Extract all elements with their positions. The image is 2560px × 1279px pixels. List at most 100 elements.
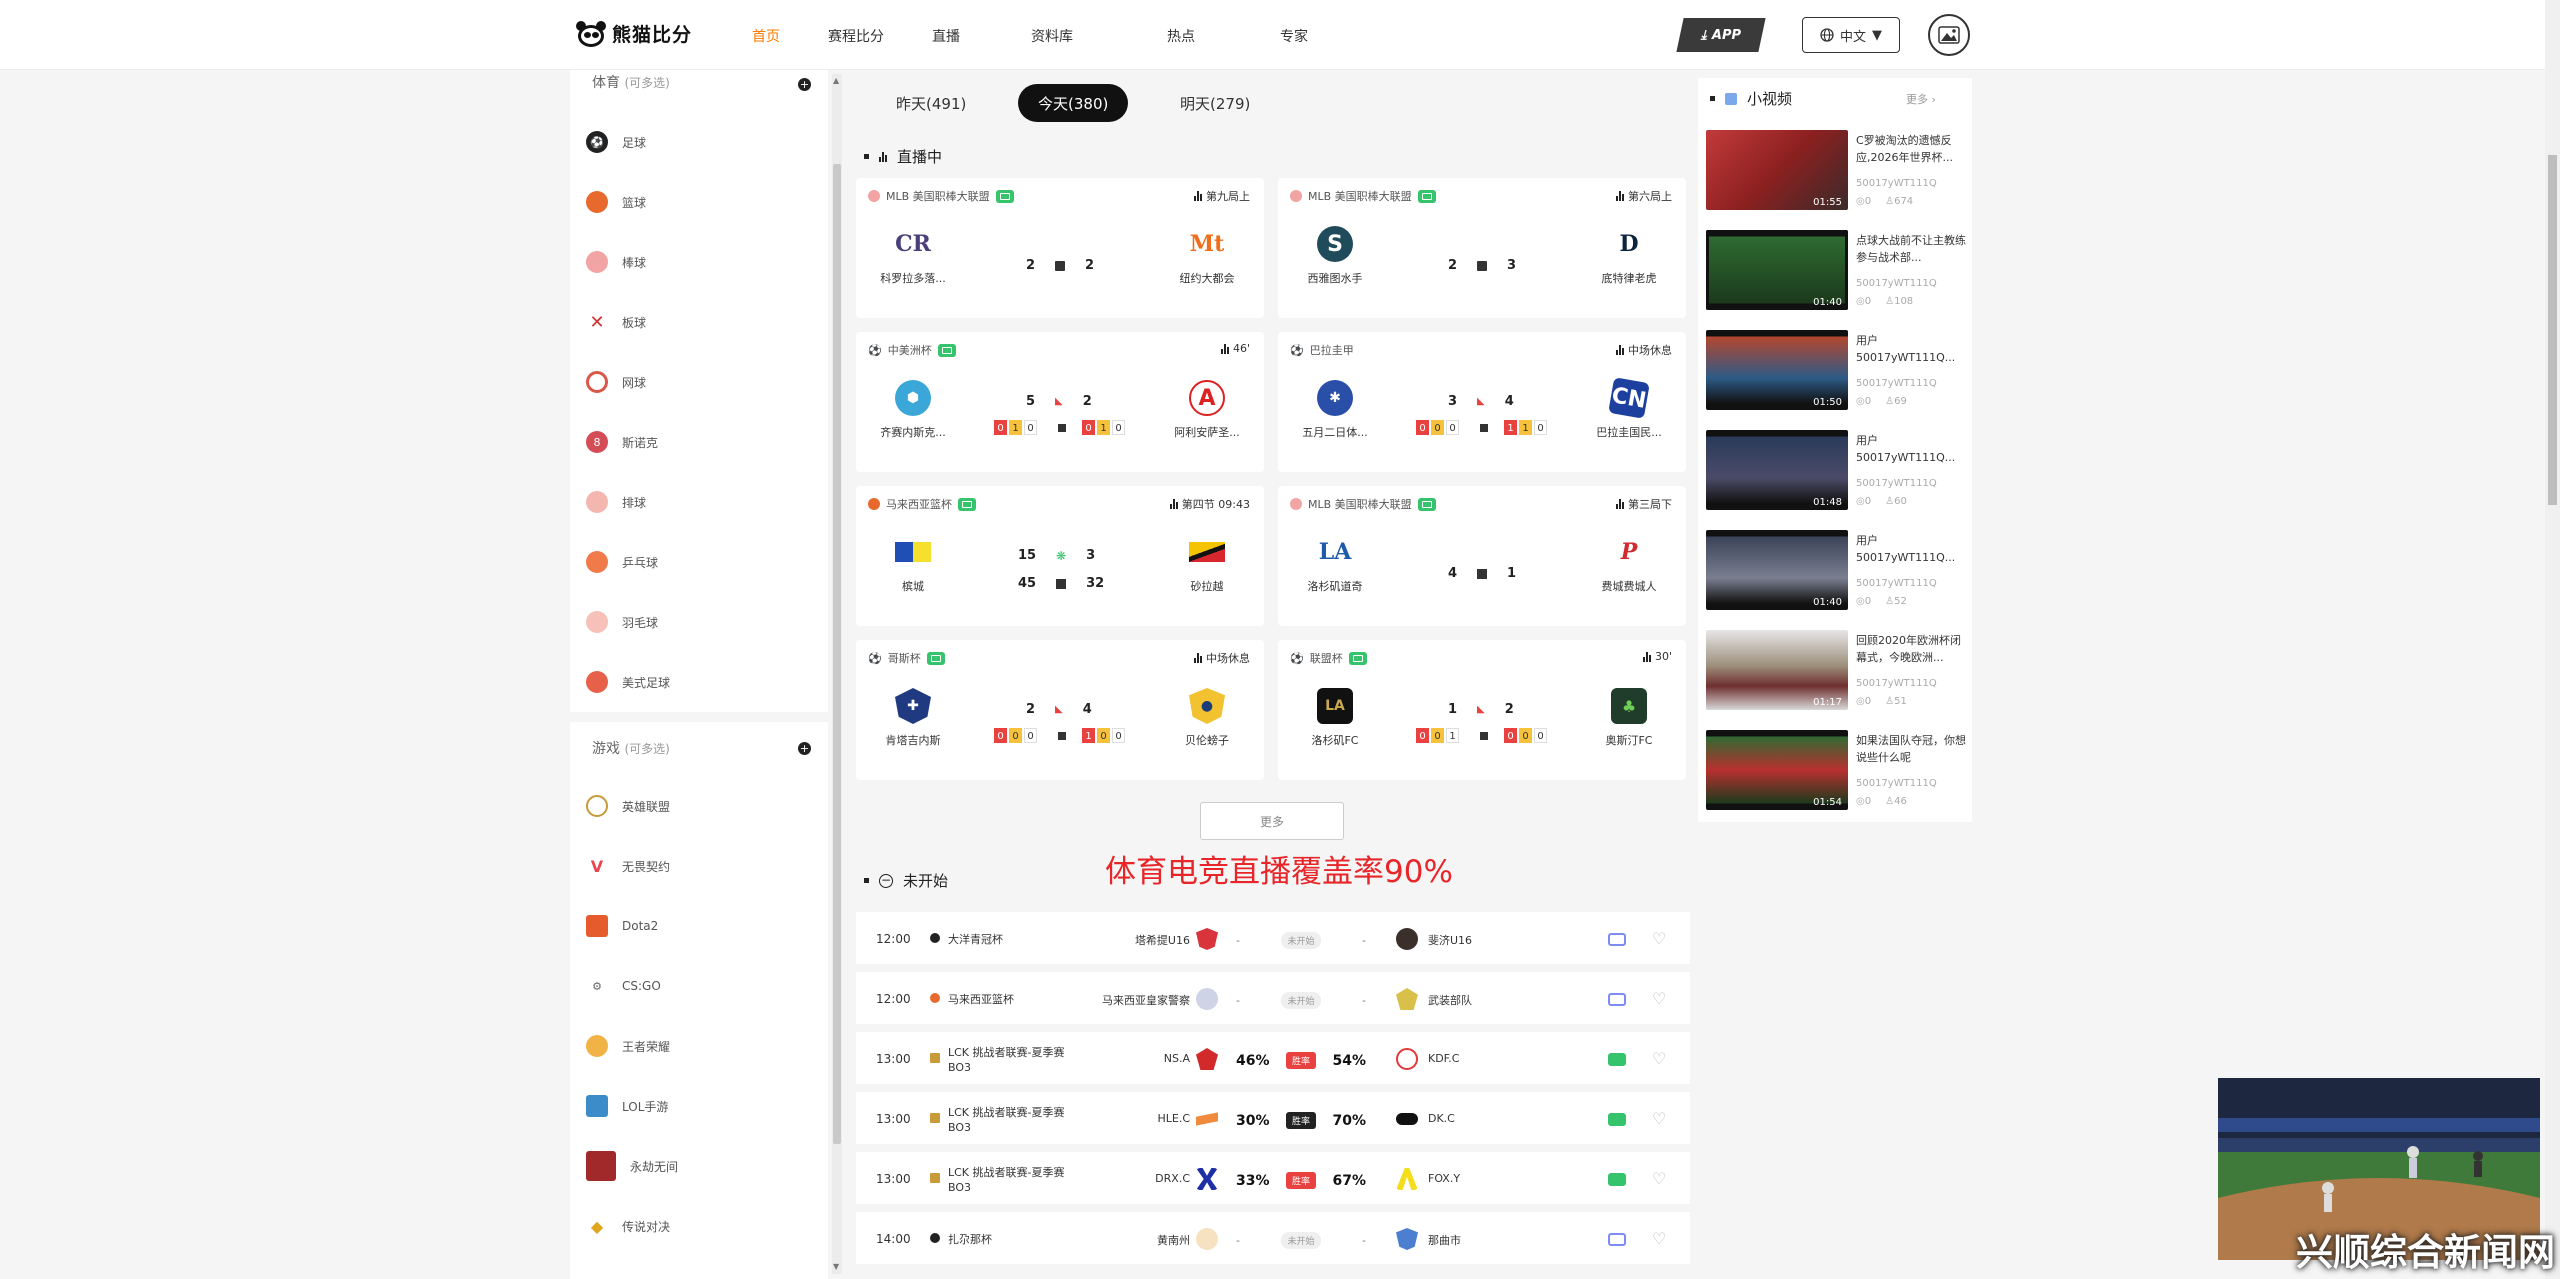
win-rate-badge: 胜率 bbox=[1285, 1052, 1316, 1069]
table-row[interactable]: 13:00 LCK 挑战者联赛-夏季赛 BO3 HLE.C 30% 胜率 70% D… bbox=[856, 1092, 1690, 1148]
language-select[interactable]: 中文 ▼ bbox=[1802, 17, 1900, 53]
sidebar-item-football[interactable]: ⚽ 足球 bbox=[586, 128, 806, 156]
tv-icon[interactable] bbox=[1608, 933, 1626, 946]
scroll-up-icon[interactable]: ▲ bbox=[833, 76, 839, 85]
baseball-icon bbox=[1290, 190, 1302, 202]
sidebar-item-label: Dota2 bbox=[622, 919, 659, 933]
league-name: MLB 美国职棒大联盟 bbox=[1308, 498, 1412, 511]
tab-tomorrow[interactable]: 明天(279) bbox=[1160, 84, 1270, 122]
favorite-heart-icon[interactable]: ♡ bbox=[1652, 929, 1666, 948]
tv-icon[interactable] bbox=[1608, 1113, 1626, 1126]
tv-icon[interactable] bbox=[1608, 1173, 1626, 1186]
sidebar-item-dota2[interactable]: Dota2 bbox=[586, 912, 806, 940]
table-row[interactable]: 13:00 LCK 挑战者联赛-夏季赛 BO3 NS.A 46% 胜率 54% KD… bbox=[856, 1032, 1690, 1088]
video-item[interactable]: 01:48 用户50017yWT111Q... 50017yWT111Q ◎0 ♙… bbox=[1706, 430, 1966, 524]
page-scrollbar[interactable] bbox=[2545, 0, 2560, 1279]
video-item[interactable]: 01:17 回顾2020年欧洲杯闭幕式，今晚欧洲... 50017yWT111Q… bbox=[1706, 630, 1966, 724]
nav-live[interactable]: 直播 bbox=[932, 26, 960, 46]
nav-schedule[interactable]: 赛程比分 bbox=[828, 26, 884, 46]
games-expand-icon[interactable]: + bbox=[798, 742, 811, 755]
sidebar-scrollbar[interactable]: ▲ ▼ bbox=[832, 74, 842, 1274]
tv-icon[interactable] bbox=[1608, 1053, 1626, 1066]
video-item[interactable]: 01:40 点球大战前不让主教练参与战术部... 50017yWT111Q ◎0… bbox=[1706, 230, 1966, 324]
corner-count: 0 bbox=[1024, 728, 1037, 743]
more-live-button[interactable]: 更多 bbox=[1200, 802, 1344, 840]
sidebar-item-aov[interactable]: ◆ 传说对决 bbox=[586, 1212, 806, 1240]
sidebar-item-tabletennis[interactable]: 乒乓球 bbox=[586, 548, 806, 576]
favorite-heart-icon[interactable]: ♡ bbox=[1652, 1109, 1666, 1128]
video-item[interactable]: 01:50 用户50017yWT111Q... 50017yWT111Q ◎0 ♙… bbox=[1706, 330, 1966, 424]
home-team: 塔希提U16 bbox=[1134, 934, 1190, 947]
tab-today[interactable]: 今天(380) bbox=[1018, 84, 1129, 122]
match-card[interactable]: 马来西亚篮杯 第四节 09:43 槟城 15 ❋ 3 45 32 砂拉越 bbox=[856, 486, 1264, 626]
match-card[interactable]: MLB 美国职棒大联盟 第六局上 S 西雅图水手 2 3 D 底特律老虎 bbox=[1278, 178, 1686, 318]
match-card[interactable]: MLB 美国职棒大联盟 第三局下 LA 洛杉矶道奇 4 1 P 费城费城人 bbox=[1278, 486, 1686, 626]
nav-database[interactable]: 资料库 bbox=[1031, 26, 1073, 46]
sports-expand-icon[interactable]: + bbox=[798, 78, 811, 91]
match-card[interactable]: ⚽ 中美洲杯 46' ⬢ 齐赛内斯克... 5 ◣ 2 010 010 A 阿利安萨圣..… bbox=[856, 332, 1264, 472]
scroll-down-icon[interactable]: ▼ bbox=[833, 1262, 839, 1271]
corner-flag-icon: ◣ bbox=[1055, 704, 1063, 715]
table-row[interactable]: 13:00 LCK 挑战者联赛-夏季赛 BO3 DRX.C 33% 胜率 67% F… bbox=[856, 1152, 1690, 1208]
live-tv-icon[interactable] bbox=[1417, 497, 1436, 511]
video-item[interactable]: 01:40 用户50017yWT111Q... 50017yWT111Q ◎0 ♙… bbox=[1706, 530, 1966, 624]
site-logo[interactable]: 熊猫比分 bbox=[576, 20, 692, 47]
video-item[interactable]: 01:55 C罗被淘汰的遗憾反应,2026年世界杯... 50017yWT111… bbox=[1706, 130, 1966, 224]
home-score: 2 bbox=[1448, 258, 1458, 273]
home-score: 5 bbox=[1026, 394, 1036, 409]
nav-home[interactable]: 首页 bbox=[752, 26, 780, 46]
live-tv-icon[interactable] bbox=[1348, 651, 1367, 665]
sidebar-item-honor-of-kings[interactable]: 王者荣耀 bbox=[586, 1032, 806, 1060]
sidebar-item-badminton[interactable]: 羽毛球 bbox=[586, 608, 806, 636]
basketball-icon bbox=[868, 498, 880, 510]
nav-experts[interactable]: 专家 bbox=[1280, 26, 1308, 46]
sidebar-item-tennis[interactable]: 网球 bbox=[586, 368, 806, 396]
sidebar-item-valorant[interactable]: V 无畏契约 bbox=[586, 852, 806, 880]
favorite-heart-icon[interactable]: ♡ bbox=[1652, 989, 1666, 1008]
tv-icon[interactable] bbox=[1608, 1233, 1626, 1246]
video-item[interactable]: 01:54 如果法国队夺冠，你想说些什么呢 50017yWT111Q ◎0 ♙46 bbox=[1706, 730, 1966, 824]
favorite-heart-icon[interactable]: ♡ bbox=[1652, 1229, 1666, 1248]
favorite-heart-icon[interactable]: ♡ bbox=[1652, 1049, 1666, 1068]
sports-title: 体育 bbox=[592, 75, 620, 91]
sidebar-item-label: 英雄联盟 bbox=[622, 799, 671, 814]
sidebar-item-naraka[interactable]: 永劫无间 bbox=[586, 1151, 806, 1181]
sidebar-item-csgo[interactable]: ⚙ CS:GO bbox=[586, 972, 806, 1000]
sidebar-item-american-football[interactable]: 美式足球 bbox=[586, 668, 806, 696]
sidebar-item-cricket[interactable]: ✕ 板球 bbox=[586, 308, 806, 336]
match-card[interactable]: ⚽ 联盟杯 30' LA 洛杉矶FC 1 ◣ 2 001 000 ♣ 奥斯汀FC bbox=[1278, 640, 1686, 780]
user-avatar[interactable] bbox=[1928, 14, 1970, 56]
live-tv-icon[interactable] bbox=[926, 651, 945, 665]
aov-icon: ◆ bbox=[586, 1215, 608, 1237]
app-download-button[interactable]: ⤓ APP bbox=[1676, 18, 1766, 52]
sidebar-item-basketball[interactable]: 篮球 bbox=[586, 188, 806, 216]
sidebar-item-lol-mobile[interactable]: LOL手游 bbox=[586, 1092, 806, 1120]
live-tv-icon[interactable] bbox=[1417, 189, 1436, 203]
sidebar-scroll-thumb[interactable] bbox=[833, 164, 841, 1144]
league-name: MLB 美国职棒大联盟 bbox=[1308, 190, 1412, 203]
video-title: C罗被淘汰的遗憾反应,2026年世界杯... bbox=[1856, 134, 1953, 164]
sidebar-item-lol[interactable]: 英雄联盟 bbox=[586, 792, 806, 820]
match-card[interactable]: MLB 美国职棒大联盟 第九局上 CR 科罗拉多落... 2 2 Mt 纽约大都会 bbox=[856, 178, 1264, 318]
home-win-rate: 30% bbox=[1236, 1112, 1270, 1129]
tab-yesterday[interactable]: 昨天(491) bbox=[876, 84, 986, 122]
live-tv-icon[interactable] bbox=[937, 343, 956, 357]
favorite-heart-icon[interactable]: ♡ bbox=[1652, 1169, 1666, 1188]
match-card[interactable]: ⚽ 巴拉圭甲 中场休息 ✱ 五月二日体... 3 ◣ 4 000 110 CN 巴拉圭国民… bbox=[1278, 332, 1686, 472]
live-tv-icon[interactable] bbox=[958, 497, 976, 511]
table-row[interactable]: 12:00 马来西亚篮杯 马来西亚皇家警察 - 未开始 - 武装部队 ♡ bbox=[856, 972, 1690, 1028]
views-icon: ◎0 bbox=[1856, 396, 1872, 407]
sidebar-item-volleyball[interactable]: 排球 bbox=[586, 488, 806, 516]
sidebar-item-snooker[interactable]: 8 斯诺克 bbox=[586, 428, 806, 456]
page-scroll-thumb[interactable] bbox=[2548, 155, 2557, 505]
tv-icon[interactable] bbox=[1608, 993, 1626, 1006]
videos-more-link[interactable]: 更多 › bbox=[1906, 91, 1936, 107]
live-tv-icon[interactable] bbox=[995, 189, 1014, 203]
yellow-card-count: 0 bbox=[1097, 728, 1110, 743]
table-row[interactable]: 12:00 大洋青冠杯 塔希提U16 - 未开始 - 斐济U16 ♡ bbox=[856, 912, 1690, 968]
match-card[interactable]: ⚽ 哥斯杯 中场休息 ✚ 肯塔吉内斯 2 ◣ 4 000 100 ● 贝伦螃子 bbox=[856, 640, 1264, 780]
nav-hot[interactable]: 热点 bbox=[1167, 26, 1195, 46]
table-row[interactable]: 14:00 扎尕那杯 黄南州 - 未开始 - 那曲市 ♡ bbox=[856, 1212, 1690, 1268]
sidebar-item-label: 斯诺克 bbox=[622, 435, 659, 450]
sidebar-item-baseball[interactable]: 棒球 bbox=[586, 248, 806, 276]
